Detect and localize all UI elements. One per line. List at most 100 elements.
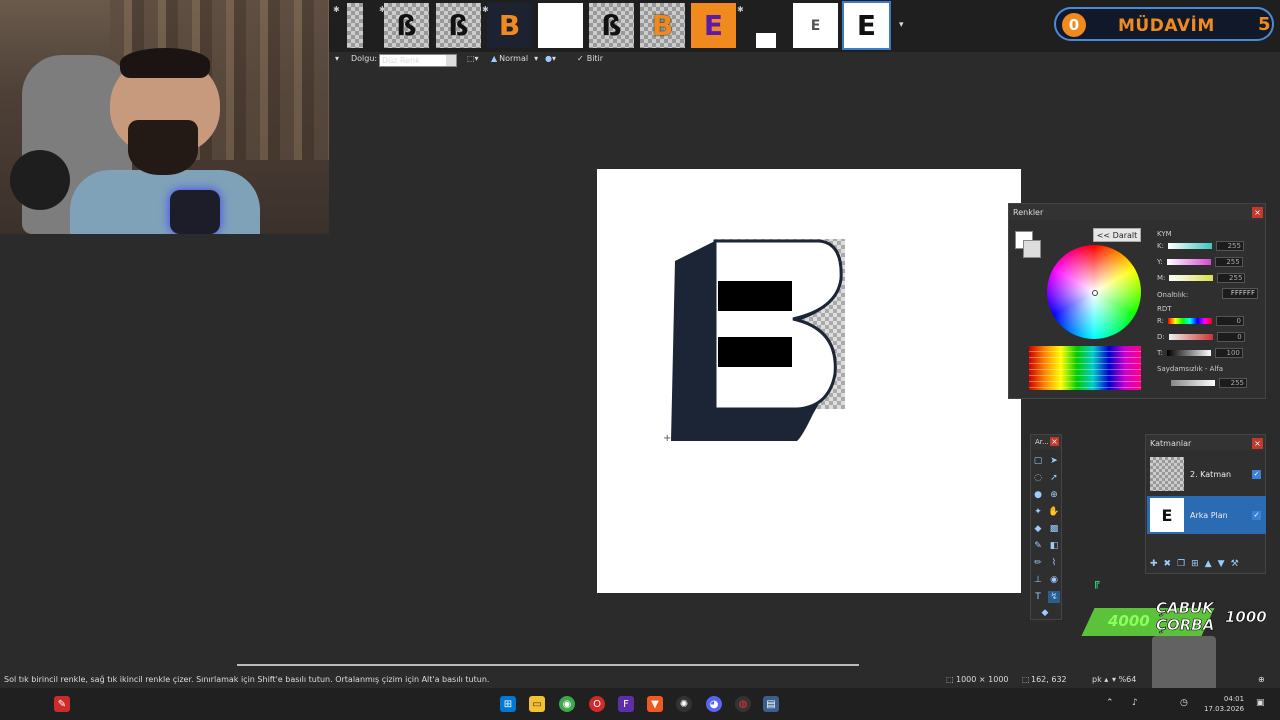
m-slider[interactable] <box>1169 275 1214 281</box>
blend-mode-select[interactable]: ▲ Normal ▾ <box>491 54 538 63</box>
pin-icon[interactable]: ✱ <box>737 5 744 14</box>
image-tab[interactable]: ß <box>384 3 429 48</box>
image-tab[interactable] <box>742 3 787 48</box>
move-layer-up-icon[interactable]: ▲ <box>1205 559 1212 569</box>
layer-properties-icon[interactable]: ⚒ <box>1231 559 1239 569</box>
shapes-tool-icon[interactable]: ◆ <box>1039 607 1051 619</box>
app-icon[interactable]: F <box>618 696 634 712</box>
t-slider[interactable] <box>1166 350 1211 356</box>
k-value-input[interactable]: 255 <box>1215 241 1244 251</box>
drawing-canvas[interactable]: + <box>597 169 1021 593</box>
recording-app-icon[interactable]: ◍ <box>735 696 751 712</box>
merge-layer-icon[interactable]: ⊞ <box>1191 559 1199 569</box>
stream-alert: 4000 ÇABUK ÇORBA 1000 <box>1081 598 1280 638</box>
discord-icon[interactable]: ◕ <box>706 696 722 712</box>
y-value-input[interactable]: 255 <box>1214 257 1243 267</box>
brave-icon[interactable]: ▼ <box>647 696 663 712</box>
duplicate-layer-icon[interactable]: ❐ <box>1177 559 1185 569</box>
eraser-icon[interactable]: ◧ <box>1048 540 1060 552</box>
layer-item-active[interactable]: E Arka Plan ✓ <box>1147 496 1266 534</box>
layer-visibility-checkbox[interactable]: ✓ <box>1252 510 1261 520</box>
layer-visibility-checkbox[interactable]: ✓ <box>1252 469 1261 479</box>
layers-panel: Katmanlar × 2. Katman ✓ E Arka Plan ✓ ✚ … <box>1145 434 1266 574</box>
microphone-tray-icon[interactable]: ♪ <box>1132 698 1138 708</box>
pin-icon[interactable]: ✱ <box>333 5 340 14</box>
pencil-icon[interactable]: ✏ <box>1032 557 1044 569</box>
image-tab-active[interactable]: E <box>842 1 891 50</box>
notification-icon[interactable]: ▣ <box>1256 698 1265 708</box>
line-curve-tool-icon[interactable]: ↯ <box>1048 591 1060 603</box>
antialias-icon[interactable]: ● ▾ <box>545 54 556 63</box>
paint-net-icon[interactable]: ▤ <box>763 696 779 712</box>
zoom-tool-icon[interactable]: ⊕ <box>1048 489 1060 501</box>
k-slider[interactable] <box>1167 243 1212 249</box>
unit-select[interactable]: pk ▴ <box>1092 675 1108 684</box>
system-clock[interactable]: 04:01 17.03.2026 <box>1204 694 1244 714</box>
r-slider[interactable] <box>1168 318 1213 324</box>
clone-stamp-icon[interactable]: ⊥ <box>1032 574 1044 586</box>
layer-thumbnail <box>1150 457 1184 491</box>
image-tab[interactable] <box>538 3 583 48</box>
zoom-select[interactable]: ▾ %64 <box>1112 675 1136 684</box>
tabs-menu-icon[interactable]: ▾ <box>899 20 904 30</box>
image-tab[interactable]: E <box>793 3 838 48</box>
m-value-input[interactable]: 255 <box>1217 273 1246 283</box>
image-tab[interactable]: ß <box>436 3 481 48</box>
t-value-input[interactable]: 100 <box>1214 348 1243 358</box>
delete-layer-icon[interactable]: ✖ <box>1164 559 1172 569</box>
layer-item[interactable]: 2. Katman ✓ <box>1147 455 1266 493</box>
alpha-slider[interactable] <box>1171 380 1215 386</box>
less-button[interactable]: << Daralt <box>1093 228 1141 242</box>
d-value-input[interactable]: 0 <box>1216 332 1245 342</box>
rect-select-tool-icon[interactable]: ▢ <box>1032 455 1044 467</box>
shape-type-icon[interactable]: ⬚▾ <box>467 54 479 63</box>
paint-bucket-icon[interactable]: ◆ <box>1032 523 1044 535</box>
y-slider[interactable] <box>1166 259 1211 265</box>
pan-tool-icon[interactable]: ✋ <box>1048 506 1060 518</box>
horizontal-scrollbar[interactable] <box>237 664 859 666</box>
image-size-icon: ⬚ <box>946 675 954 684</box>
magic-wand-icon[interactable]: ✦ <box>1032 506 1044 518</box>
move-selection-icon[interactable]: ➚ <box>1048 472 1060 484</box>
network-icon[interactable]: ◷ <box>1180 698 1188 708</box>
gradient-tool-icon[interactable]: ▩ <box>1048 523 1060 535</box>
image-tab[interactable] <box>347 3 363 48</box>
image-tab[interactable]: B <box>640 3 685 48</box>
clock-date: 17.03.2026 <box>1204 705 1245 713</box>
fill-select[interactable]: Düz Renk ▾ <box>379 54 457 67</box>
image-tab[interactable]: ß <box>589 3 634 48</box>
pin-icon[interactable]: ✱ <box>482 5 489 14</box>
pin-icon[interactable]: ✱ <box>379 5 386 14</box>
options-chevron-icon[interactable]: ▾ <box>335 54 339 63</box>
recolor-icon[interactable]: ◉ <box>1048 574 1060 586</box>
text-tool-icon[interactable]: T <box>1032 591 1044 603</box>
ellipse-select-icon[interactable]: ● <box>1032 489 1044 501</box>
add-layer-icon[interactable]: ✚ <box>1150 559 1158 569</box>
opera-icon[interactable]: O <box>589 696 605 712</box>
chrome-icon[interactable]: ◉ <box>559 696 575 712</box>
chatgpt-icon[interactable]: ✺ <box>676 696 692 712</box>
paintbrush-icon[interactable]: ✎ <box>1032 540 1044 552</box>
webcam-overlay <box>0 0 329 234</box>
color-wheel-picker[interactable] <box>1092 290 1098 296</box>
close-icon[interactable]: × <box>1252 207 1263 218</box>
windows-start-icon[interactable]: ⊞ <box>500 696 516 712</box>
close-icon[interactable]: × <box>1050 437 1059 446</box>
d-slider[interactable] <box>1168 334 1213 340</box>
close-icon[interactable]: × <box>1252 438 1263 449</box>
tray-chevron-icon[interactable]: ⌃ <box>1106 698 1114 708</box>
color-picker-icon[interactable]: ⌇ <box>1048 557 1060 569</box>
lasso-tool-icon[interactable]: ◌ <box>1032 472 1044 484</box>
secondary-color-swatch[interactable] <box>1023 240 1041 258</box>
finish-button[interactable]: ✓ Bitir <box>577 54 603 63</box>
file-explorer-icon[interactable]: ▭ <box>529 696 545 712</box>
alpha-value-input[interactable]: 255 <box>1219 378 1247 388</box>
move-tool-icon[interactable]: ➤ <box>1048 455 1060 467</box>
image-tab[interactable]: B <box>487 3 532 48</box>
hex-input[interactable]: FFFFFF <box>1222 288 1258 299</box>
r-value-input[interactable]: 0 <box>1216 316 1245 326</box>
color-palette[interactable] <box>1029 346 1141 390</box>
zoom-in-icon[interactable]: ⊕ <box>1258 675 1265 684</box>
image-tab[interactable]: E <box>691 3 736 48</box>
move-layer-down-icon[interactable]: ▼ <box>1218 559 1225 569</box>
